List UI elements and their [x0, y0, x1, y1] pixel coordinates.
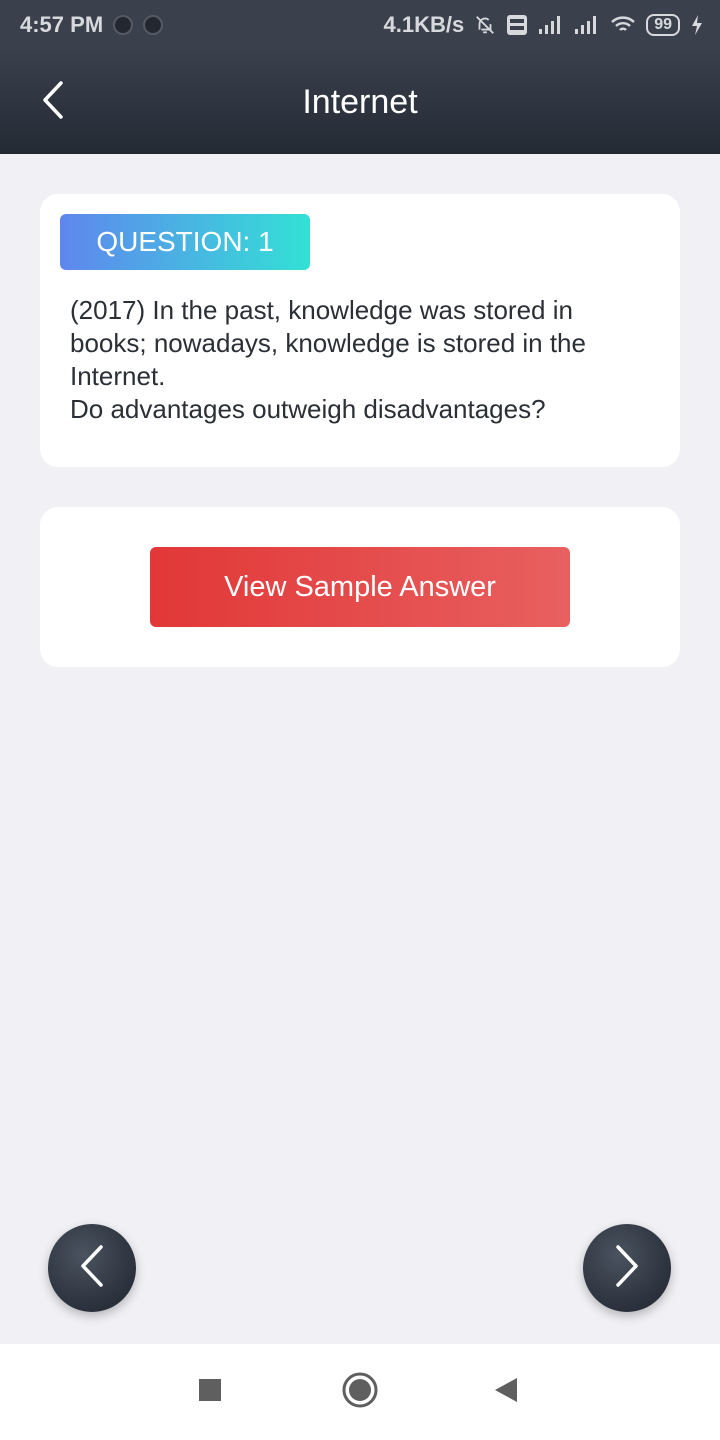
- app-bar: Internet: [0, 50, 720, 154]
- battery-level: 99: [654, 16, 672, 33]
- volte-icon: [506, 14, 528, 36]
- status-time: 4:57 PM: [20, 12, 104, 37]
- question-text: (2017) In the past, knowledge was stored…: [70, 294, 650, 426]
- signal-icon: [574, 15, 600, 35]
- wifi-icon: [610, 15, 636, 35]
- bell-off-icon: [474, 14, 496, 36]
- next-question-button[interactable]: [583, 1224, 671, 1312]
- question-badge: QUESTION: 1: [60, 214, 310, 270]
- page-title: Internet: [302, 82, 418, 121]
- charging-icon: [690, 14, 704, 36]
- status-left: 4:57 PM: [20, 12, 164, 38]
- answer-card: View Sample Answer: [40, 507, 680, 667]
- battery-icon: 99: [646, 14, 680, 36]
- back-triangle-icon: [493, 1376, 519, 1409]
- notification-dot-icon: [143, 15, 164, 35]
- system-back-button[interactable]: [486, 1372, 526, 1412]
- status-right: 4.1KB/s 99: [383, 12, 704, 38]
- previous-question-button[interactable]: [48, 1224, 136, 1312]
- question-card: QUESTION: 1 (2017) In the past, knowledg…: [40, 194, 680, 467]
- chevron-left-icon: [37, 78, 67, 127]
- network-speed: 4.1KB/s: [383, 12, 465, 37]
- chevron-left-icon: [75, 1242, 109, 1295]
- back-button[interactable]: [24, 74, 80, 130]
- question-instruction: Do advantages outweigh disadvantages?: [70, 394, 546, 424]
- system-navigation-bar: [0, 1344, 720, 1440]
- home-circle-icon: [341, 1371, 379, 1414]
- home-button[interactable]: [340, 1372, 380, 1412]
- signal-icon: [538, 15, 564, 35]
- view-sample-answer-button[interactable]: View Sample Answer: [150, 547, 570, 627]
- recents-square-icon: [198, 1378, 222, 1407]
- recents-button[interactable]: [190, 1372, 230, 1412]
- chevron-right-icon: [610, 1242, 644, 1295]
- notification-dot-icon: [113, 15, 134, 35]
- status-bar: 4:57 PM 4.1KB/s 99: [0, 0, 720, 50]
- question-prompt: (2017) In the past, knowledge was stored…: [70, 295, 586, 391]
